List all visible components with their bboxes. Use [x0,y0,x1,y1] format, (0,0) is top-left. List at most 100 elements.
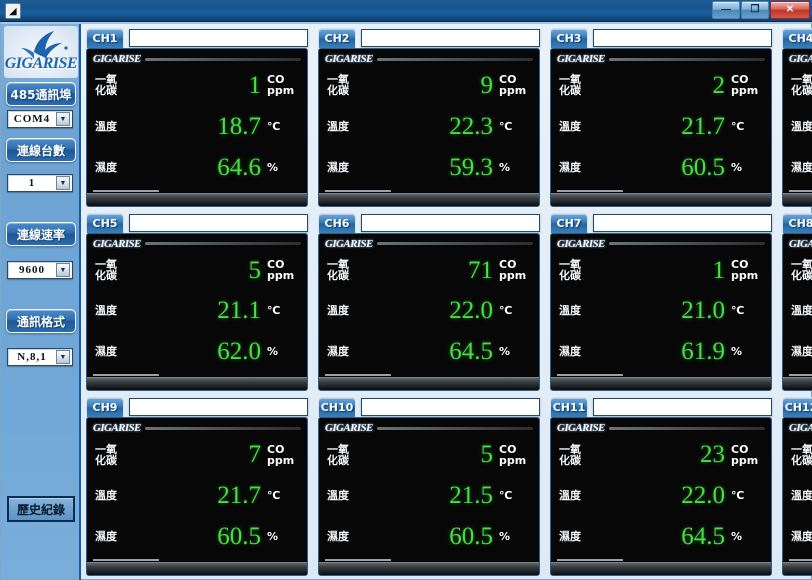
co-unit-line2: ppm [731,453,759,467]
co-label-line2: 化碳 [95,84,117,98]
display-footer-bar [319,562,539,575]
humidity-value-wrap: 64.6 [129,155,267,180]
reading-row-temperature: 溫度 21.1 ℃ [95,291,299,332]
close-button[interactable]: ✕ [770,1,810,19]
sidebar-button-com-port[interactable]: 485通訊埠 [6,82,76,106]
channel-name-input[interactable] [129,398,308,417]
display-rows: 一氧 化碳 0 CO ppm 溫度 0.0 ℃ [783,434,812,557]
humidity-value: 60.5 [217,522,261,550]
channel-display: GIGARISE 一氧 化碳 9 CO ppm [318,48,540,207]
maximize-button[interactable]: ❐ [741,1,769,19]
display-logo: GIGARISE [325,53,373,65]
display-logo: GIGARISE [93,53,141,65]
minimize-button[interactable]: — [712,1,740,19]
co-value: 1 [248,71,262,99]
co-unit-line2: ppm [731,269,759,283]
channel-tab-ch12[interactable]: CH12 [782,397,812,418]
device-count-select[interactable]: 1 ▼ [7,174,73,192]
channel-tab-ch11[interactable]: CH11 [550,397,588,418]
channel-tab-label: CH2 [324,32,350,45]
channel-tab-ch8[interactable]: CH8 [782,212,812,233]
co-value-wrap: 5 [361,442,499,467]
humidity-unit: % [731,345,743,359]
channel-tab-label: CH8 [788,216,812,230]
sidebar-button-data-format[interactable]: 通訊格式 [6,309,76,333]
display-accent-line [557,374,623,377]
sidebar-button-device-count-label: 連線台數 [16,143,65,158]
reading-row-temperature: 溫度 21.5 ℃ [327,475,531,516]
baud-rate-select[interactable]: 9600 ▼ [7,261,73,279]
sidebar-button-baud-rate[interactable]: 連線速率 [6,222,76,246]
display-rows: 一氧 化碳 5 CO ppm 溫度 21.5 ℃ 濕度 60.5 % [319,434,539,557]
co-unit-line2: ppm [731,84,759,98]
channel-tab-ch5[interactable]: CH5 [86,212,124,233]
com-port-select[interactable]: COM4 ▼ [7,110,73,128]
channel-name-input[interactable] [361,213,540,232]
display-logo: GIGARISE [789,422,812,435]
chevron-down-icon[interactable]: ▼ [56,112,70,126]
channel-header: CH11 [547,395,776,418]
display-accent-line [93,559,159,561]
co-label: 一氧 化碳 [327,74,361,96]
channel-tab-ch3[interactable]: CH3 [550,28,588,48]
co-value: 1 [712,256,726,284]
channel-tab-ch1[interactable]: CH1 [86,28,124,48]
display-logo: GIGARISE [789,53,812,65]
reading-row-co: 一氧 化碳 1 CO ppm [95,65,299,106]
reading-row-humidity: 濕度 61.9 % [559,331,763,372]
header-divider [376,426,533,430]
humidity-value: 64.5 [449,338,493,366]
display-header: GIGARISE [557,237,765,251]
chevron-down-icon[interactable]: ▼ [56,263,70,277]
channel-name-input[interactable] [361,398,540,417]
window-body: GIGARISE 485通訊埠 COM4 ▼ 連線台數 1 ▼ 連線速率 960… [0,22,812,580]
channel-tab-ch2[interactable]: CH2 [318,28,356,48]
channel-name-input[interactable] [593,213,772,232]
chevron-down-icon[interactable]: ▼ [56,350,70,364]
co-unit: CO ppm [499,74,531,96]
channel-name-input[interactable] [361,29,540,47]
co-unit: CO ppm [731,444,763,466]
channel-tab-ch10[interactable]: CH10 [318,397,356,418]
channel-name-input[interactable] [129,213,308,232]
channel-display: GIGARISE 一氧 化碳 2 CO ppm 溫度 21.7 ℃ 濕度 60.… [550,48,772,207]
co-unit: CO ppm [267,444,299,466]
display-header: GIGARISE [557,52,765,66]
channel-name-input[interactable] [593,398,772,417]
display-footer-bar [783,562,812,575]
display-rows: 一氧 化碳 9 CO ppm 溫度 0.0 ℃ [783,250,812,373]
display-footer-bar [319,377,539,391]
channel-name-input[interactable] [593,29,772,47]
logo-wordmark: GIGARISE [4,55,78,72]
temperature-value-wrap: 21.0 [593,298,731,323]
reading-row-co: 一氧 化碳 5 CO ppm [327,434,531,475]
channel-tab-label: CH6 [324,216,350,230]
channel-tab-ch9[interactable]: CH9 [86,397,124,418]
co-value: 5 [480,441,494,469]
channel-tab-ch4[interactable]: CH4 [782,28,812,48]
window-titlebar[interactable]: ◢ — ❐ ✕ [0,0,812,22]
data-format-select[interactable]: N,8,1 ▼ [7,348,73,366]
display-rows: 一氧 化碳 9 CO ppm 溫度 22.3 ℃ 濕度 59.3 % [319,65,539,188]
channel-tab-ch7[interactable]: CH7 [550,212,588,233]
com-port-value: COM4 [13,113,51,125]
channel-tab-ch6[interactable]: CH6 [318,212,356,233]
channel-display: GIGARISE 一氧 化碳 5 CO ppm [318,417,540,576]
display-footer-bar [87,377,307,391]
co-value-wrap: 5 [129,258,267,283]
channel-name-input[interactable] [129,29,308,47]
header-divider [608,57,765,61]
co-unit: CO ppm [731,74,763,96]
temperature-value: 21.7 [217,482,261,510]
maximize-icon: ❐ [750,4,760,15]
display-footer-bar [87,192,307,206]
reading-row-co: 一氧 化碳 9 CO ppm [791,250,812,291]
temperature-label: 溫度 [95,489,117,503]
co-label: 一氧 化碳 [95,259,129,281]
chevron-down-icon[interactable]: ▼ [56,176,70,190]
history-record-button[interactable]: 歷史紀錄 [7,496,75,522]
sidebar-button-device-count[interactable]: 連線台數 [6,138,76,162]
co-value-wrap: 7 [129,442,267,467]
temperature-value: 22.0 [681,482,725,510]
channel-header: CH1 [83,26,312,48]
